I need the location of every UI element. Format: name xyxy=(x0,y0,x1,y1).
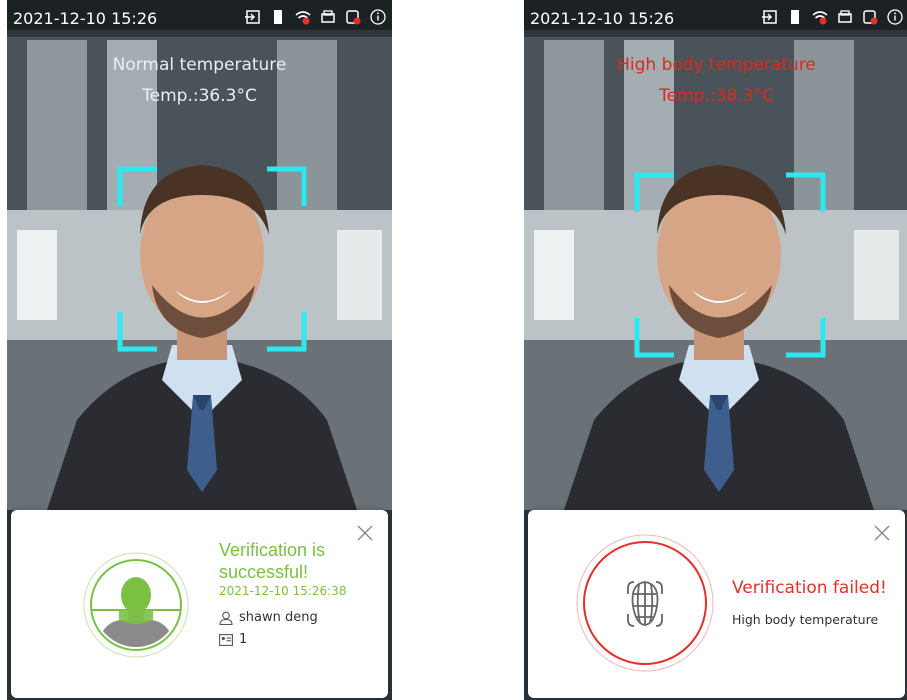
printer-icon xyxy=(837,8,853,26)
exit-icon xyxy=(245,8,261,26)
user-id: 1 xyxy=(239,632,248,647)
exit-icon xyxy=(762,8,778,26)
temperature-value: Temp.:36.3°C xyxy=(142,86,257,106)
user-id-row: 1 xyxy=(219,632,247,647)
wifi-off-icon xyxy=(295,8,311,26)
verification-timestamp: 2021-12-10 15:26:38 xyxy=(219,584,347,598)
verification-card-success: Verification is successful! 2021-12-10 1… xyxy=(11,510,388,698)
verification-card-failed: Verification failed! High body temperatu… xyxy=(528,510,905,698)
database-alert-icon xyxy=(862,8,878,26)
status-bar: 2021-12-10 15:26 xyxy=(7,0,392,37)
failure-reason: High body temperature xyxy=(732,612,879,627)
database-alert-icon xyxy=(345,8,361,26)
device-screen-success: 2021-12-10 15:26 Normal temperature Temp… xyxy=(7,0,392,700)
wifi-off-icon xyxy=(812,8,828,26)
user-icon xyxy=(219,611,233,625)
verification-result-title: Verification is successful! xyxy=(219,540,326,582)
info-icon[interactable] xyxy=(370,8,386,26)
door-sensor-icon xyxy=(270,8,286,26)
user-name-row: shawn deng xyxy=(219,610,318,625)
temperature-value: Temp.:38.3°C xyxy=(659,86,774,106)
close-icon[interactable] xyxy=(873,524,891,542)
status-time: 2021-12-10 15:26 xyxy=(530,9,675,28)
face-detection-frame xyxy=(117,166,307,352)
status-time: 2021-12-10 15:26 xyxy=(13,9,158,28)
user-avatar-success-icon xyxy=(83,552,189,658)
info-icon[interactable] xyxy=(887,8,903,26)
id-card-icon xyxy=(219,633,233,646)
verification-result-title: Verification failed! xyxy=(732,578,887,598)
user-name: shawn deng xyxy=(239,610,318,625)
temperature-status: Normal temperature xyxy=(112,55,287,75)
door-sensor-icon xyxy=(787,8,803,26)
status-bar: 2021-12-10 15:26 xyxy=(524,0,907,37)
device-screen-failed: 2021-12-10 15:26 High body temperature T… xyxy=(524,0,907,700)
face-scan-failed-icon xyxy=(576,534,714,672)
printer-icon xyxy=(320,8,336,26)
temperature-status: High body temperature xyxy=(617,55,816,75)
face-detection-frame xyxy=(634,172,826,358)
